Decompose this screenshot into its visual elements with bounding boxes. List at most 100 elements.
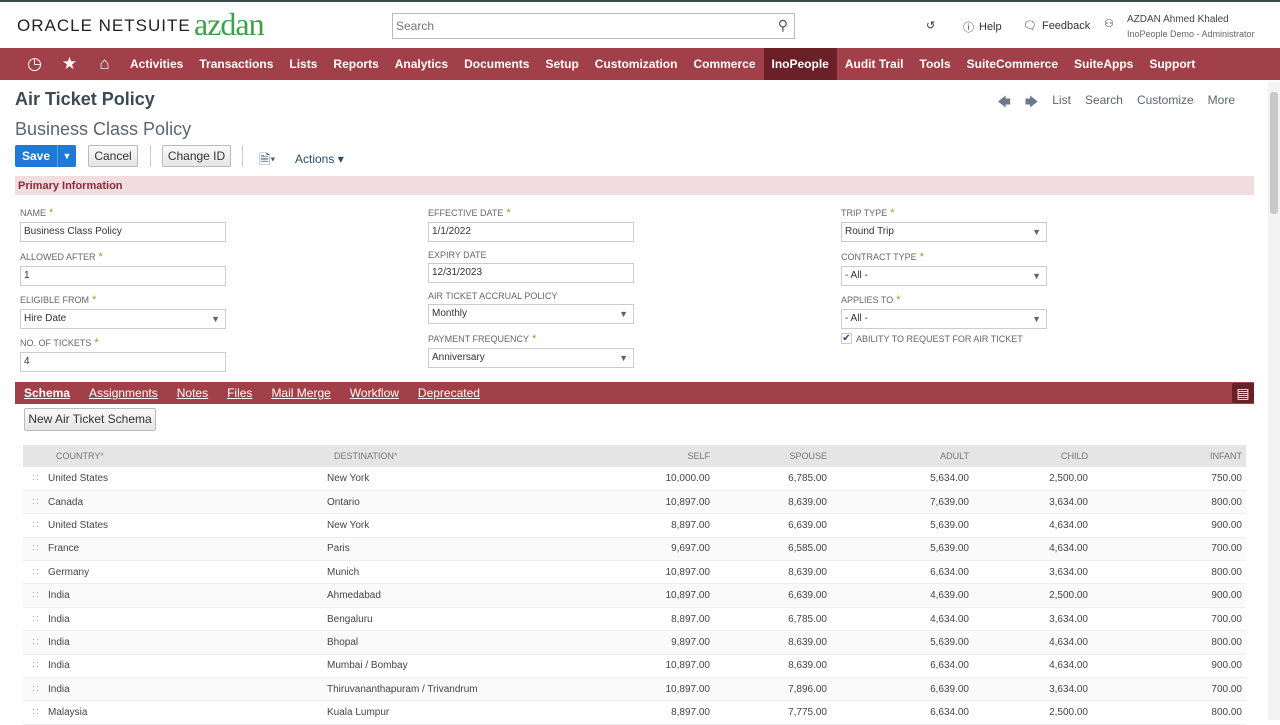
payment-frequency-select[interactable]: Anniversary ▼ bbox=[428, 348, 634, 368]
cell-adult[interactable]: 5,639.00 bbox=[849, 537, 981, 562]
applies-to-select[interactable]: - All - ▼ bbox=[841, 309, 1047, 329]
cell-child[interactable]: 2,500.00 bbox=[981, 583, 1112, 608]
nav-reports[interactable]: Reports bbox=[325, 48, 386, 80]
cell-country[interactable]: United States bbox=[48, 467, 327, 491]
cell-spouse[interactable]: 8,639.00 bbox=[717, 630, 849, 655]
drag-handle-icon[interactable]: ∷ bbox=[23, 583, 48, 608]
cell-destination[interactable]: Bengaluru bbox=[327, 607, 607, 632]
help-link[interactable]: ⓘ Help bbox=[963, 19, 1002, 35]
cell-destination[interactable]: Bhopal bbox=[327, 630, 607, 655]
nav-lists[interactable]: Lists bbox=[281, 48, 325, 80]
drag-handle-icon[interactable]: ∷ bbox=[23, 607, 48, 632]
cell-child[interactable]: 3,634.00 bbox=[981, 490, 1112, 515]
cell-adult[interactable]: 5,639.00 bbox=[849, 513, 981, 538]
customize-link[interactable]: Customize bbox=[1137, 93, 1194, 115]
table-row[interactable]: ∷ India Bhopal 9,897.00 8,639.00 5,639.00 4,63… bbox=[23, 630, 1246, 655]
cell-infant[interactable]: 900.00 bbox=[1112, 513, 1246, 538]
cell-child[interactable]: 4,634.00 bbox=[981, 630, 1112, 655]
feedback-link[interactable]: 🗨 Feedback bbox=[1023, 19, 1090, 33]
cell-adult[interactable]: 5,639.00 bbox=[849, 630, 981, 655]
user-menu[interactable]: AZDAN Ahmed Khaled InoPeople Demo - Admi… bbox=[1127, 13, 1255, 41]
eligible-from-select[interactable]: Hire Date ▼ bbox=[20, 309, 226, 329]
cell-self[interactable]: 9,897.00 bbox=[607, 630, 717, 655]
nav-inopeople[interactable]: InoPeople bbox=[763, 48, 837, 80]
nav-analytics[interactable]: Analytics bbox=[387, 48, 456, 80]
cell-destination[interactable]: Munich bbox=[327, 560, 607, 585]
star-icon[interactable]: ★ bbox=[52, 54, 87, 74]
chevron-down-icon[interactable]: ▼ bbox=[619, 349, 628, 367]
table-row[interactable]: ∷ India Ahmedabad 10,897.00 6,639.00 4,639.00… bbox=[23, 583, 1246, 608]
more-link[interactable]: More bbox=[1208, 93, 1235, 115]
tab-schema[interactable]: Schema bbox=[24, 386, 70, 400]
save-dropdown-icon[interactable]: ▼ bbox=[57, 145, 76, 167]
table-row[interactable]: ∷ France Paris 9,697.00 6,585.00 5,639.00 4,63… bbox=[23, 537, 1246, 562]
cell-spouse[interactable]: 7,775.00 bbox=[717, 700, 849, 725]
tab-files[interactable]: Files bbox=[227, 386, 252, 400]
nav-documents[interactable]: Documents bbox=[456, 48, 537, 80]
cell-child[interactable]: 3,634.00 bbox=[981, 677, 1112, 702]
new-record-icon[interactable]: 🗎▾ bbox=[259, 149, 275, 173]
forward-arrow-icon[interactable]: 🡆 bbox=[1025, 93, 1038, 115]
cell-country[interactable]: India bbox=[48, 607, 327, 632]
cell-country[interactable]: Malaysia bbox=[48, 700, 327, 725]
cell-adult[interactable]: 6,639.00 bbox=[849, 677, 981, 702]
change-id-button[interactable]: Change ID bbox=[162, 145, 231, 167]
cell-country[interactable]: France bbox=[48, 537, 327, 562]
tab-deprecated[interactable]: Deprecated bbox=[418, 386, 480, 400]
nav-transactions[interactable]: Transactions bbox=[191, 48, 281, 80]
cell-child[interactable]: 4,634.00 bbox=[981, 513, 1112, 538]
chevron-down-icon[interactable]: ▼ bbox=[1032, 310, 1041, 328]
save-button[interactable]: Save ▼ bbox=[15, 145, 76, 167]
chevron-down-icon[interactable]: ▼ bbox=[1032, 267, 1041, 285]
table-row[interactable]: ∷ United States New York 8,897.00 6,639.00 5,… bbox=[23, 513, 1246, 538]
cell-child[interactable]: 3,634.00 bbox=[981, 560, 1112, 585]
nav-setup[interactable]: Setup bbox=[537, 48, 586, 80]
cell-infant[interactable]: 700.00 bbox=[1112, 607, 1246, 632]
roles-icon[interactable]: ⚇ bbox=[1104, 17, 1114, 30]
cell-destination[interactable]: Ahmedabad bbox=[327, 583, 607, 608]
home-icon[interactable]: ⌂ bbox=[87, 54, 122, 74]
cell-self[interactable]: 10,897.00 bbox=[607, 560, 717, 585]
cell-spouse[interactable]: 8,639.00 bbox=[717, 654, 849, 679]
tab-layout-icon[interactable]: ▤ bbox=[1232, 383, 1254, 403]
cell-self[interactable]: 10,000.00 bbox=[607, 467, 717, 491]
cell-country[interactable]: Germany bbox=[48, 560, 327, 585]
cell-self[interactable]: 10,897.00 bbox=[607, 490, 717, 515]
table-row[interactable]: ∷ India Mumbai / Bombay 10,897.00 8,639.00 6,… bbox=[23, 654, 1246, 679]
drag-handle-icon[interactable]: ∷ bbox=[23, 490, 48, 515]
cell-country[interactable]: United States bbox=[48, 513, 327, 538]
nav-activities[interactable]: Activities bbox=[122, 48, 191, 80]
table-row[interactable]: ∷ Malaysia Kuala Lumpur 8,897.00 7,775.00 6,6… bbox=[23, 700, 1246, 725]
allowed-after-input[interactable]: 1 bbox=[20, 266, 226, 286]
cell-self[interactable]: 10,897.00 bbox=[607, 654, 717, 679]
cell-self[interactable]: 10,897.00 bbox=[607, 677, 717, 702]
cell-adult[interactable]: 5,634.00 bbox=[849, 467, 981, 491]
back-arrow-icon[interactable]: 🡄 bbox=[997, 93, 1010, 115]
cell-infant[interactable]: 700.00 bbox=[1112, 677, 1246, 702]
cell-infant[interactable]: 750.00 bbox=[1112, 467, 1246, 491]
cell-destination[interactable]: Paris bbox=[327, 537, 607, 562]
contract-type-select[interactable]: - All - ▼ bbox=[841, 266, 1047, 286]
cell-self[interactable]: 10,897.00 bbox=[607, 583, 717, 608]
cell-spouse[interactable]: 8,639.00 bbox=[717, 490, 849, 515]
trip-type-select[interactable]: Round Trip ▼ bbox=[841, 222, 1047, 242]
nav-customization[interactable]: Customization bbox=[587, 48, 686, 80]
drag-handle-icon[interactable]: ∷ bbox=[23, 654, 48, 679]
oracle-netsuite-logo[interactable]: ORACLE NETSUITE bbox=[17, 16, 191, 36]
cell-destination[interactable]: Thiruvananthapuram / Trivandrum bbox=[327, 677, 607, 702]
cell-adult[interactable]: 6,634.00 bbox=[849, 560, 981, 585]
cell-country[interactable]: India bbox=[48, 677, 327, 702]
cell-child[interactable]: 4,634.00 bbox=[981, 537, 1112, 562]
azdan-logo[interactable]: azdan bbox=[194, 6, 265, 43]
table-row[interactable]: ∷ Germany Munich 10,897.00 8,639.00 6,634.00 3… bbox=[23, 560, 1246, 585]
search-link[interactable]: Search bbox=[1085, 93, 1123, 115]
nav-tools[interactable]: Tools bbox=[912, 48, 959, 80]
cell-infant[interactable]: 900.00 bbox=[1112, 583, 1246, 608]
cell-spouse[interactable]: 6,585.00 bbox=[717, 537, 849, 562]
cell-country[interactable]: Canada bbox=[48, 490, 327, 515]
effective-date-input[interactable]: 1/1/2022 bbox=[428, 222, 634, 242]
tab-workflow[interactable]: Workflow bbox=[350, 386, 399, 400]
cell-infant[interactable]: 900.00 bbox=[1112, 654, 1246, 679]
chevron-down-icon[interactable]: ▼ bbox=[619, 305, 628, 323]
cell-spouse[interactable]: 6,785.00 bbox=[717, 607, 849, 632]
